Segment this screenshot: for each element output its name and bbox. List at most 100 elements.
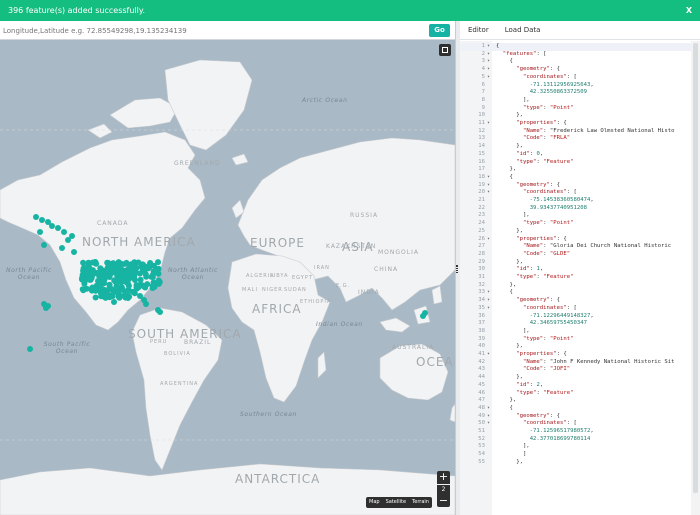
feature-marker[interactable] [106, 284, 113, 291]
feature-marker[interactable] [69, 233, 75, 239]
feature-marker[interactable] [117, 293, 123, 299]
feature-marker[interactable] [114, 278, 121, 285]
code-line[interactable]: 49 ▾ "geometry": { [460, 413, 700, 421]
feature-marker[interactable] [99, 276, 106, 283]
feature-marker[interactable] [124, 280, 131, 287]
code-line[interactable]: 21 -75.14538360580474, [460, 197, 700, 205]
code-line[interactable]: 52 42.377018699780114 [460, 436, 700, 444]
code-line[interactable]: 1 ▾ { [460, 43, 700, 51]
tab-editor[interactable]: Editor [460, 21, 497, 39]
code-line[interactable]: 45 "id": 2, [460, 382, 700, 390]
fold-toggle-icon[interactable]: ▾ [487, 351, 490, 359]
feature-marker[interactable] [141, 283, 148, 290]
feature-marker[interactable] [89, 270, 96, 277]
fold-toggle-icon[interactable]: ▾ [487, 189, 490, 197]
feature-marker[interactable] [146, 262, 153, 269]
fold-toggle-icon[interactable]: ▾ [487, 182, 490, 190]
code-line[interactable]: 14 }, [460, 143, 700, 151]
feature-marker[interactable] [123, 269, 130, 276]
fullscreen-icon[interactable] [439, 44, 451, 56]
fold-toggle-icon[interactable]: ▾ [487, 420, 490, 428]
feature-marker[interactable] [97, 265, 104, 272]
code-line[interactable]: 32 }, [460, 282, 700, 290]
code-line[interactable]: 36 -71.12296449148327, [460, 313, 700, 321]
feature-marker[interactable] [125, 295, 131, 301]
feature-marker[interactable] [137, 293, 143, 299]
fold-toggle-icon[interactable]: ▾ [487, 297, 490, 305]
code-line[interactable]: 20 ▾ "coordinates": [ [460, 189, 700, 197]
code-line[interactable]: 33 ▾ { [460, 289, 700, 297]
feature-marker[interactable] [104, 270, 111, 277]
code-line[interactable]: 44 }, [460, 374, 700, 382]
feature-marker[interactable] [80, 287, 87, 294]
code-line[interactable]: 3 ▾ { [460, 58, 700, 66]
code-line[interactable]: 46 "type": "Feature" [460, 390, 700, 398]
code-line[interactable]: 37 42.34659755450347 [460, 320, 700, 328]
code-line[interactable]: 19 ▾ "geometry": { [460, 182, 700, 190]
feature-marker[interactable] [123, 288, 130, 295]
go-button[interactable]: Go [429, 24, 450, 37]
editor-scrollbar-thumb[interactable] [693, 43, 698, 493]
feature-marker[interactable] [109, 262, 116, 269]
feature-marker[interactable] [137, 276, 144, 283]
feature-marker[interactable] [33, 214, 39, 220]
code-line[interactable]: 50 ▾ "coordinates": [ [460, 420, 700, 428]
map-pane[interactable]: Go [0, 21, 455, 515]
code-line[interactable]: 31 "type": "Feature" [460, 274, 700, 282]
feature-marker[interactable] [92, 287, 99, 294]
fold-toggle-icon[interactable]: ▾ [487, 174, 490, 182]
fold-toggle-icon[interactable]: ▾ [487, 236, 490, 244]
code-line[interactable]: 16 "type": "Feature" [460, 159, 700, 167]
code-line[interactable]: 51 -71.12596517980572, [460, 428, 700, 436]
fold-toggle-icon[interactable]: ▾ [487, 405, 490, 413]
code-line[interactable]: 11 ▾ "properties": { [460, 120, 700, 128]
fold-toggle-icon[interactable]: ▾ [487, 51, 490, 59]
world-map[interactable] [0, 40, 455, 515]
code-line[interactable]: 23 ], [460, 212, 700, 220]
code-line[interactable]: 47 }, [460, 397, 700, 405]
code-line[interactable]: 27 "Name": "Gloria Dei Church National H… [460, 243, 700, 251]
fold-toggle-icon[interactable]: ▾ [487, 74, 490, 82]
code-line[interactable]: 39 "type": "Point" [460, 336, 700, 344]
feature-marker[interactable] [49, 223, 55, 229]
feature-marker[interactable] [37, 229, 43, 235]
feature-marker[interactable] [157, 309, 163, 315]
fold-toggle-icon[interactable]: ▾ [487, 413, 490, 421]
feature-marker[interactable] [132, 269, 139, 276]
feature-marker[interactable] [149, 283, 156, 289]
feature-marker[interactable] [80, 259, 87, 266]
code-line[interactable]: 42 "Name": "John F Kennedy National Hist… [460, 359, 700, 367]
layer-terrain-button[interactable]: Terrain [409, 497, 432, 508]
feature-marker[interactable] [135, 259, 142, 266]
close-notification-button[interactable]: X [686, 0, 692, 21]
code-line[interactable]: 29 }, [460, 259, 700, 267]
code-line[interactable]: 34 ▾ "geometry": { [460, 297, 700, 305]
zoom-out-button[interactable]: − [437, 495, 450, 507]
code-line[interactable]: 17 }, [460, 166, 700, 174]
feature-marker[interactable] [61, 229, 67, 235]
feature-marker[interactable] [155, 259, 161, 266]
code-line[interactable]: 43 "Code": "JOFI" [460, 366, 700, 374]
feature-marker[interactable] [135, 284, 142, 290]
splitter-grip-icon[interactable] [456, 265, 458, 273]
feature-marker[interactable] [89, 259, 96, 266]
code-line[interactable]: 5 ▾ "coordinates": [ [460, 74, 700, 82]
feature-marker[interactable] [59, 245, 65, 251]
feature-marker[interactable] [41, 242, 47, 248]
feature-marker[interactable] [115, 259, 122, 266]
code-line[interactable]: 7 42.32550863372509 [460, 89, 700, 97]
code-line[interactable]: 41 ▾ "properties": { [460, 351, 700, 359]
feature-marker[interactable] [103, 292, 110, 299]
code-line[interactable]: 54 ] [460, 451, 700, 459]
fold-toggle-icon[interactable]: ▾ [487, 43, 490, 51]
feature-marker[interactable] [143, 301, 149, 307]
fold-toggle-icon[interactable]: ▾ [487, 58, 490, 66]
coordinate-input[interactable] [3, 23, 425, 38]
feature-marker[interactable] [139, 266, 146, 273]
feature-marker[interactable] [127, 263, 134, 270]
code-line[interactable]: 48 ▾ { [460, 405, 700, 413]
fold-toggle-icon[interactable]: ▾ [487, 120, 490, 128]
code-line[interactable]: 26 ▾ "properties": { [460, 236, 700, 244]
feature-marker[interactable] [92, 294, 99, 301]
code-line[interactable]: 53 ], [460, 443, 700, 451]
